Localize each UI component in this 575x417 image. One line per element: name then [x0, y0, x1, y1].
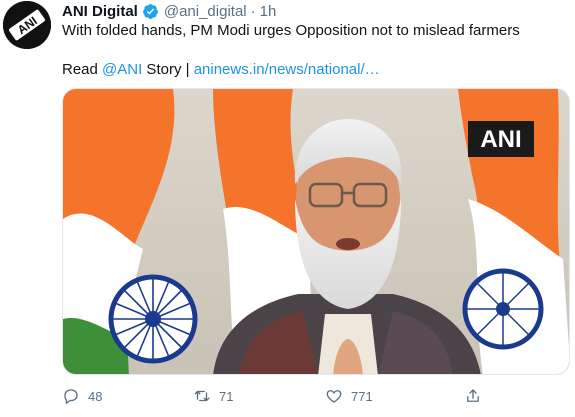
- reply-icon: [64, 389, 78, 405]
- reply-button[interactable]: 48: [62, 384, 102, 408]
- read-prefix: Read: [62, 61, 103, 78]
- retweet-button[interactable]: 71: [193, 384, 233, 408]
- header-separator: ·: [250, 2, 256, 20]
- tweet-text: With folded hands, PM Modi urges Opposit…: [62, 22, 520, 39]
- author-name[interactable]: ANI Digital: [62, 3, 138, 20]
- avatar[interactable]: ANI: [3, 1, 51, 49]
- verified-badge-icon: [142, 3, 158, 19]
- like-icon: [326, 390, 342, 403]
- like-button[interactable]: 771: [325, 384, 373, 408]
- share-button[interactable]: [464, 384, 490, 408]
- story-text: Story |: [142, 61, 194, 78]
- story-url-link[interactable]: aninews.in/news/national/…: [194, 61, 380, 78]
- video-frame: ANI: [63, 89, 569, 374]
- tweet-actions-bar: 48 71 771: [62, 384, 562, 408]
- author-handle[interactable]: @ani_digital: [164, 3, 247, 20]
- reply-count: 48: [88, 388, 103, 404]
- share-icon: [467, 389, 479, 402]
- ani-logo: ANI: [3, 1, 51, 49]
- ani-watermark: ANI: [480, 126, 521, 153]
- mention-link[interactable]: @ANI: [102, 61, 142, 78]
- tweet-media-image[interactable]: ANI: [62, 88, 570, 375]
- like-count: 771: [351, 388, 373, 404]
- tweet-header: ANI Digital @ani_digital · 1h: [62, 1, 276, 21]
- retweet-count: 71: [219, 388, 234, 404]
- tweet-read-line: Read @ANI Story | aninews.in/news/nation…: [62, 61, 380, 78]
- tweet-timestamp[interactable]: 1h: [260, 3, 277, 20]
- retweet-icon: [194, 390, 210, 402]
